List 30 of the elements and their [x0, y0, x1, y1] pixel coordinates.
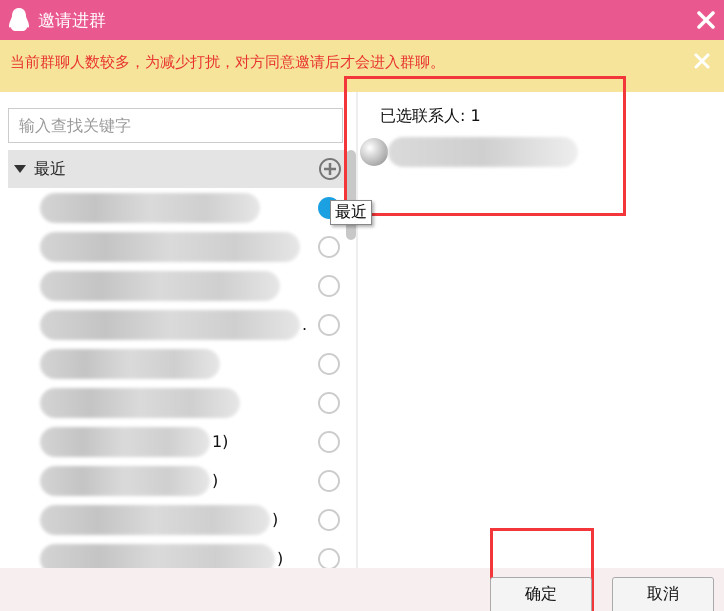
select-radio[interactable]: [318, 548, 340, 568]
close-icon: [694, 53, 710, 69]
close-icon: [696, 10, 716, 30]
penguin-logo-icon: [8, 7, 30, 33]
select-radio[interactable]: [318, 470, 340, 492]
group-header[interactable]: 最近: [8, 150, 344, 188]
select-radio[interactable]: [318, 430, 340, 452]
name-fragment: ): [277, 549, 284, 568]
close-button[interactable]: [696, 10, 716, 30]
select-radio[interactable]: [318, 508, 340, 530]
search-field[interactable]: 输入查找关键字: [8, 108, 343, 143]
name-fragment: 1): [212, 432, 228, 451]
name-fragment: ): [272, 510, 278, 529]
notice-text: 当前群聊人数较多，为减少打扰，对方同意邀请后才会进入群聊。: [10, 53, 446, 72]
select-radio[interactable]: [318, 236, 340, 258]
select-radio[interactable]: [318, 314, 340, 336]
selected-count: 已选联系人: 1: [379, 106, 482, 127]
window-title: 邀请进群: [38, 10, 107, 32]
select-radio[interactable]: [318, 274, 340, 296]
dialog-button[interactable]: 取消: [612, 577, 714, 611]
name-fragment: ): [212, 471, 218, 490]
select-radio[interactable]: [318, 392, 340, 414]
dismiss-button[interactable]: [694, 53, 710, 69]
tooltip: 最近: [330, 200, 372, 225]
name-fragment: .: [302, 315, 308, 334]
avatar-icon: [360, 138, 388, 166]
group-label: 最近: [34, 158, 67, 180]
dialog-button[interactable]: 确定: [490, 577, 592, 611]
select-radio[interactable]: [318, 352, 340, 374]
add-icon[interactable]: [318, 157, 342, 181]
